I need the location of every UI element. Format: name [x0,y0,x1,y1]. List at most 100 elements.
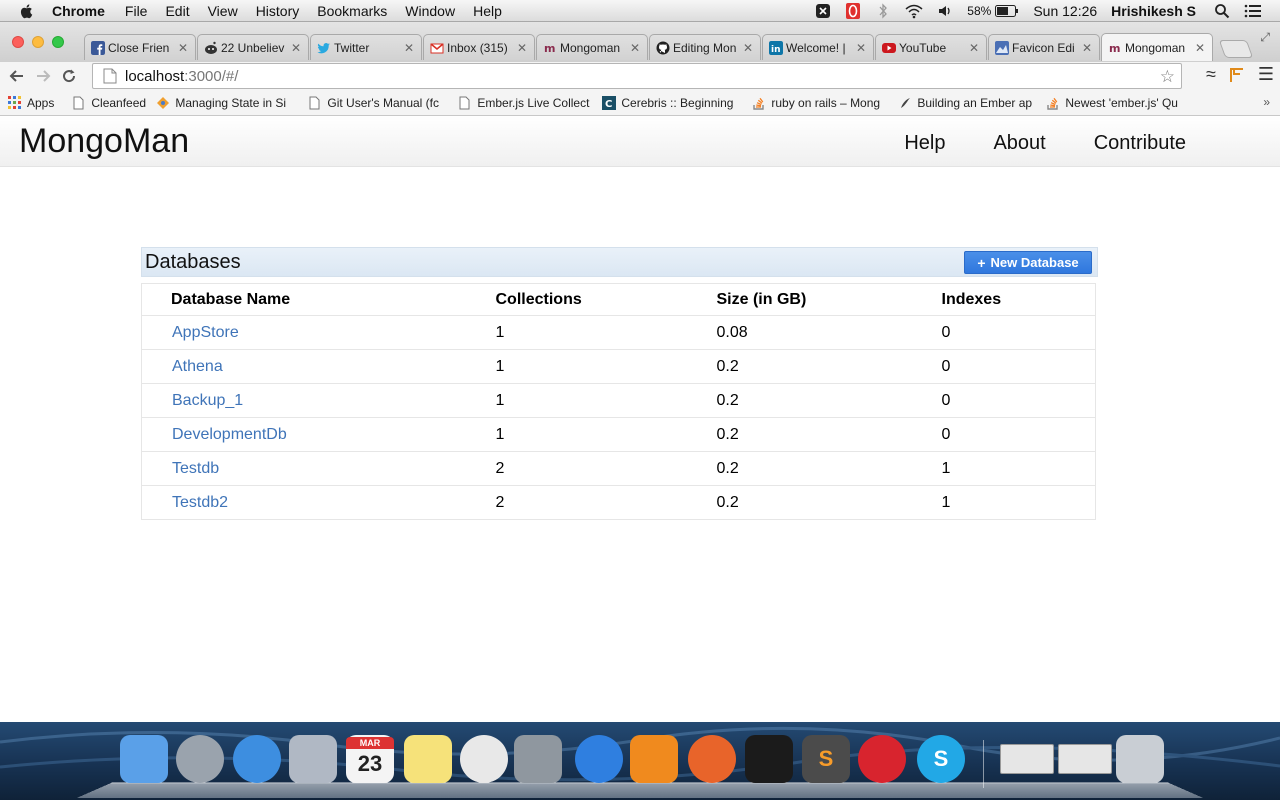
bookmark-item[interactable]: Newest 'ember.js' Qu [1046,96,1196,110]
window-preview-2-icon[interactable] [1058,744,1112,774]
safari-icon[interactable] [233,735,281,783]
bookmark-item[interactable]: Cleanfeed [72,96,148,110]
browser-tab[interactable]: YouTube ✕ [875,34,987,60]
tab-close-icon[interactable]: ✕ [175,41,191,55]
tab-close-icon[interactable]: ✕ [288,41,304,55]
bookmark-item[interactable]: Git User's Manual (fc [308,96,448,110]
address-bar[interactable]: localhost:3000/#/ ☆ [92,63,1182,89]
window-preview-1-icon[interactable] [1000,744,1054,774]
notification-center-icon[interactable] [1244,3,1262,19]
chrome-icon[interactable] [460,735,508,783]
tab-close-icon[interactable]: ✕ [853,41,869,55]
tab-close-icon[interactable]: ✕ [740,41,756,55]
tab-close-icon[interactable]: ✕ [627,41,643,55]
tab-close-icon[interactable]: ✕ [1079,41,1095,55]
database-link[interactable]: Backup_1 [172,392,243,409]
collections-cell: 1 [466,315,688,350]
menu-history[interactable]: History [256,3,300,19]
browser-tab[interactable]: Editing Mon ✕ [649,34,761,60]
opera-menubar-icon[interactable] [845,3,861,19]
database-link[interactable]: DevelopmentDb [172,426,287,443]
bookmark-apps[interactable]: Apps [8,95,54,110]
database-link[interactable]: Athena [172,358,223,375]
browser-tab[interactable]: in Welcome! | ✕ [762,34,874,60]
apple-menu-icon[interactable] [18,2,36,20]
bookmark-item[interactable]: Managing State in Si [156,96,294,110]
evernote-icon[interactable] [815,3,831,19]
spotlight-search-icon[interactable] [1214,3,1230,19]
menu-help[interactable]: Help [473,3,502,19]
wifi-icon[interactable] [905,3,923,19]
new-tab-button[interactable] [1218,40,1254,58]
stickies-icon[interactable] [404,735,452,783]
forward-arrow-icon[interactable] [30,63,56,89]
bookmark-item[interactable]: Building an Ember ap [898,96,1038,110]
browser-tab[interactable]: Twitter ✕ [310,34,422,60]
database-link[interactable]: AppStore [172,324,239,341]
database-link[interactable]: Testdb [172,460,219,477]
menu-bookmarks[interactable]: Bookmarks [317,3,387,19]
nav-contribute-link[interactable]: Contribute [1094,132,1186,155]
browser-tab[interactable]: m Mongoman ✕ [536,34,648,60]
extension-wave-icon[interactable]: ≈ [1206,64,1216,85]
menubar-user[interactable]: Hrishikesh S [1111,3,1196,19]
terminal-icon[interactable] [745,735,793,783]
collections-cell: 2 [466,451,688,486]
itunes-icon[interactable] [575,735,623,783]
database-link[interactable]: Testdb2 [172,494,228,511]
menu-window[interactable]: Window [405,3,455,19]
calendar-glyph: 23 [357,751,383,776]
firefox-icon[interactable] [688,735,736,783]
browser-tab[interactable]: 22 Unbeliev ✕ [197,34,309,60]
nav-help-link[interactable]: Help [904,132,945,155]
browser-tab-strip: Close Frien ✕ 22 Unbeliev ✕ Twitter ✕ In… [0,22,1280,62]
bookmark-star-icon[interactable]: ☆ [1160,67,1175,87]
new-database-button[interactable]: + New Database [964,251,1092,274]
mail-icon[interactable] [289,735,337,783]
ibooks-icon[interactable] [630,735,678,783]
back-arrow-icon[interactable] [4,63,30,89]
menubar-clock[interactable]: Sun 12:26 [1033,3,1097,19]
url-host: localhost [125,67,185,85]
tab-label: Editing Mon [673,40,737,55]
window-zoom-button[interactable] [52,36,64,48]
reload-icon[interactable] [56,63,82,89]
launchpad-icon[interactable] [176,735,224,783]
menu-file[interactable]: File [125,3,148,19]
volume-icon[interactable] [937,3,953,19]
tab-close-icon[interactable]: ✕ [966,41,982,55]
window-close-button[interactable] [12,36,24,48]
trash-icon[interactable] [1116,735,1164,783]
bookmark-label: Building an Ember ap [917,95,1033,110]
bookmark-item[interactable]: ruby on rails – Mong [752,96,890,110]
window-minimize-button[interactable] [32,36,44,48]
bookmark-item[interactable]: Ember.js Live Collect [458,96,594,110]
tab-close-icon[interactable]: ✕ [1192,41,1208,55]
skype-glyph: S [933,746,949,771]
menu-view[interactable]: View [208,3,238,19]
menu-edit[interactable]: Edit [165,3,189,19]
skype-icon[interactable]: S [917,735,965,783]
bookmarks-overflow-icon[interactable]: » [1263,95,1270,109]
nav-about-link[interactable]: About [993,132,1045,155]
app-name-menu[interactable]: Chrome [52,3,105,19]
calendar-icon[interactable]: MAR 23 [346,735,394,783]
extension-flag-icon[interactable] [1228,66,1246,84]
tab-close-icon[interactable]: ✕ [401,41,417,55]
fullscreen-icon[interactable]: ⤢ [1260,30,1270,45]
browser-tab[interactable]: Favicon Edi ✕ [988,34,1100,60]
browser-tab[interactable]: Inbox (315) ✕ [423,34,535,60]
finder-icon[interactable] [120,735,168,783]
bookmark-item[interactable]: C Cerebris :: Beginning [602,95,742,110]
opera-icon[interactable] [858,735,906,783]
tab-close-icon[interactable]: ✕ [514,41,530,55]
table-row: DevelopmentDb 1 0.2 0 [141,417,1096,452]
sublime-text-icon[interactable]: S [802,735,850,783]
browser-tab-active[interactable]: m Mongoman ✕ [1101,33,1213,61]
chrome-menu-icon[interactable]: ☰ [1258,64,1274,85]
bluetooth-icon[interactable] [875,3,891,19]
battery-icon[interactable] [995,5,1019,17]
browser-tab[interactable]: Close Frien ✕ [84,34,196,60]
app-brand[interactable]: MongoMan [19,122,189,161]
facetime-icon[interactable] [514,735,562,783]
